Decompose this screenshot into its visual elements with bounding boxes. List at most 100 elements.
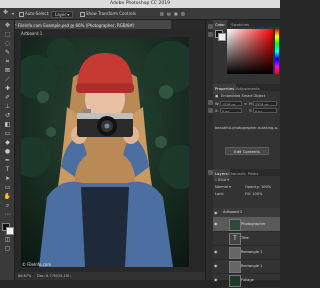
layer-name: Foliage [241, 278, 254, 282]
height-field[interactable]: 1528 px [253, 101, 277, 106]
eye-icon[interactable]: ◉ [214, 210, 219, 215]
hue-slider[interactable] [275, 29, 279, 74]
artboard-layer-name: Artboard 1 [223, 210, 243, 214]
eye-icon[interactable]: ◉ [214, 263, 219, 268]
screen-mode-icon[interactable]: ▢ [3, 245, 12, 253]
quick-mask-icon[interactable]: ◫ [3, 236, 12, 244]
zoom-level[interactable]: 66.67% [18, 274, 31, 278]
layer-row[interactable]: ◉ Foliage [213, 273, 280, 288]
dodge-tool-icon[interactable]: ● [3, 148, 12, 156]
bg-color-chip[interactable] [218, 33, 226, 41]
marquee-tool-icon[interactable]: ⬚ [3, 31, 12, 39]
document-tab-title: Filelnfo.com Example.psd @ 66% (Photogra… [18, 22, 135, 28]
move-tool-icon[interactable]: ✥ [3, 22, 12, 30]
pen-tool-icon[interactable]: ✒ [3, 157, 12, 165]
align-buttons[interactable]: ▥ ▤ ▦ ▧ [160, 11, 186, 16]
tab-paths[interactable]: Paths [246, 169, 260, 179]
auto-select-dropdown[interactable]: Layer ▾ [51, 11, 74, 18]
blur-tool-icon[interactable]: ◆ [3, 139, 12, 147]
width-field[interactable]: 1528 px [220, 101, 242, 106]
history-panel-icon[interactable] [207, 24, 213, 29]
layer-row[interactable]: ◉ Rectangle 1 [213, 245, 280, 260]
y-field[interactable]: 0 px [253, 108, 277, 113]
artboard-label[interactable]: Artboard 1 [21, 31, 42, 36]
clone-stamp-icon[interactable]: ⊥ [3, 103, 12, 111]
brush-tool-icon[interactable]: ✐ [3, 94, 12, 102]
auto-select-checkbox[interactable]: Auto-Select: [19, 11, 50, 17]
rectangle-tool-icon[interactable]: ▭ [3, 184, 12, 192]
show-transform-checkbox[interactable]: Show Transform Controls [80, 11, 136, 17]
layers-panel-tabs: Layers Channels Paths [213, 169, 280, 179]
auto-select-value: Layer [55, 12, 67, 17]
eye-icon[interactable]: ◉ [214, 249, 219, 254]
tab-channels[interactable]: Channels [226, 169, 248, 179]
character-panel-icon[interactable] [207, 108, 213, 113]
smart-object-icon: ▣ [215, 94, 219, 98]
hand-tool-icon[interactable]: ✋ [3, 193, 12, 201]
healing-brush-icon[interactable]: ✚ [3, 85, 12, 93]
fill-label: Fill: [245, 192, 252, 196]
move-tool-icon[interactable]: ✥ [3, 9, 8, 16]
eyedropper-tool-icon[interactable]: ⟋ [3, 76, 12, 84]
tab-adjustments[interactable]: Adjustments [234, 84, 262, 94]
edit-contents-button[interactable]: Edit Contents [225, 147, 269, 155]
crop-tool-icon[interactable]: ⌗ [3, 58, 12, 66]
tools-panel: ✥ ⬚ ◌ ✎ ⌗ ⊠ ⟋ ✚ ✐ ⊥ ↺ ◧ ▭ ◆ ● ✒ T ➤ ▭ ✋ … [0, 20, 15, 280]
checkbox-icon [80, 11, 85, 17]
canvas-photo[interactable] [21, 37, 189, 267]
document-tabs: Filelnfo.com Example.psd @ 66% (Photogra… [15, 20, 205, 34]
paragraph-panel-icon[interactable] [207, 100, 213, 105]
layer-name: Title [241, 236, 249, 240]
filter-kind[interactable]: ⌕ Kind ▾ [215, 178, 229, 182]
frame-tool-icon[interactable]: ⊠ [3, 67, 12, 75]
tab-color[interactable]: Color [213, 20, 227, 30]
brush-panel-icon[interactable] [207, 170, 213, 175]
show-transform-label: Show Transform Controls [86, 11, 136, 16]
lasso-tool-icon[interactable]: ◌ [3, 40, 12, 48]
panel-icon-strip [205, 20, 213, 280]
tab-properties[interactable]: Properties [213, 84, 237, 94]
opacity-control[interactable]: Opacity: 100% [245, 185, 271, 189]
layer-row[interactable]: ◉ Rectangle 1 [213, 259, 280, 274]
object-type: Embedded Smart Object [221, 94, 266, 98]
layer-row[interactable]: ◉ Photographer [213, 217, 280, 232]
layer-name: Rectangle 1 [241, 264, 263, 268]
more-tools-icon[interactable]: ⋯ [3, 211, 12, 219]
zoom-tool-icon[interactable]: ⌕ [3, 202, 12, 210]
color-picker-field[interactable] [227, 29, 273, 74]
fill-control[interactable]: Fill: 100% [245, 192, 262, 196]
eraser-tool-icon[interactable]: ◧ [3, 121, 12, 129]
window-title: Adobe Photoshop CC 2019 [110, 1, 170, 6]
photographer-image [21, 37, 189, 267]
x-label: X: [215, 109, 219, 113]
layer-thumbnail [229, 247, 241, 259]
blend-mode-select[interactable]: Normal ▾ [215, 185, 231, 189]
checkbox-icon [19, 11, 24, 17]
smart-object-filename: beautiful-photographer-is-taking-a-pict.… [215, 126, 278, 130]
layer-name: Rectangle 1 [241, 250, 263, 254]
doc-size[interactable]: Doc: 8.77M/34.1M [37, 274, 69, 278]
blend-mode-value: Normal [215, 185, 229, 189]
status-bar: 66.67% Doc: 8.77M/34.1M › [15, 272, 205, 280]
eye-icon[interactable]: ◉ [214, 221, 219, 226]
path-select-tool-icon[interactable]: ➤ [3, 175, 12, 183]
background-color-swatch[interactable] [6, 227, 14, 235]
link-icon[interactable]: ∞ [244, 102, 247, 106]
type-tool-icon[interactable]: T [3, 166, 12, 174]
watermark-text: © Filelnfo.com [22, 262, 52, 267]
layer-thumbnail [229, 261, 241, 273]
close-tab-icon[interactable]: × [15, 22, 17, 27]
status-menu-icon[interactable]: › [70, 274, 71, 278]
x-field[interactable]: 0 px [220, 108, 242, 113]
auto-select-label: Auto-Select: [25, 11, 50, 16]
layer-row[interactable]: T Title [213, 231, 280, 246]
quick-select-tool-icon[interactable]: ✎ [3, 49, 12, 57]
kind-label: Kind [218, 178, 227, 182]
tool-preset-chevron-icon[interactable]: ▾ [12, 11, 14, 16]
width-label: W: [215, 102, 220, 106]
right-panels: Color Swatches Properties Adjustments ▣ … [213, 20, 280, 288]
history-brush-icon[interactable]: ↺ [3, 112, 12, 120]
properties-panel-icon[interactable] [207, 32, 213, 37]
gradient-tool-icon[interactable]: ▭ [3, 130, 12, 138]
title-bar: Adobe Photoshop CC 2019 [0, 0, 280, 8]
